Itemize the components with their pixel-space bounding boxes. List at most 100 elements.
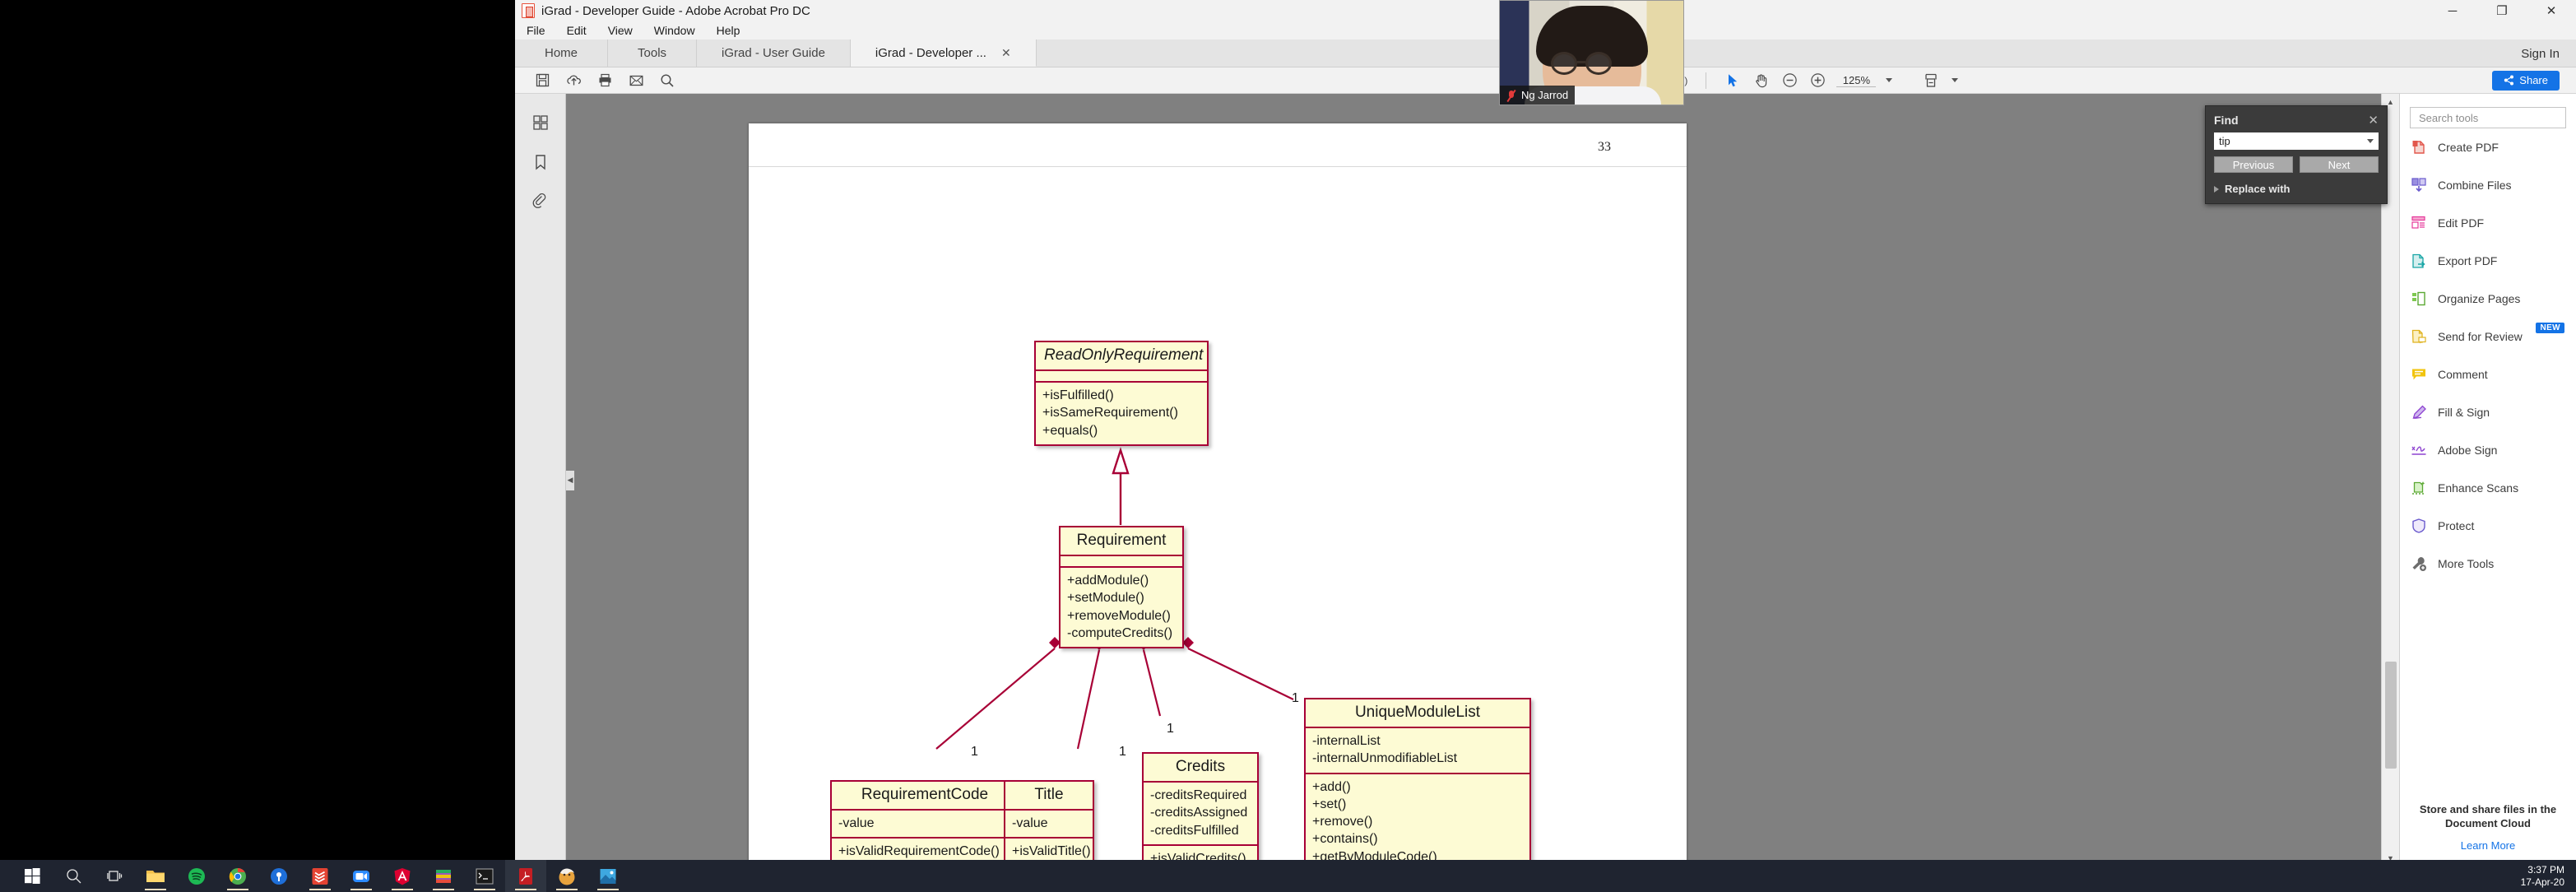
enhance-scans-icon bbox=[2410, 479, 2428, 497]
uml-method: +isSameRequirement() bbox=[1042, 404, 1200, 421]
find-chevron-down-icon[interactable] bbox=[2367, 139, 2374, 143]
menu-item-help[interactable]: Help bbox=[717, 24, 740, 37]
chrome-icon[interactable] bbox=[217, 860, 258, 892]
tab-igrad-user-guide[interactable]: iGrad - User Guide bbox=[697, 39, 851, 67]
tool-item-protect[interactable]: Protect bbox=[2400, 507, 2576, 545]
start-button[interactable] bbox=[12, 860, 53, 892]
email-icon[interactable] bbox=[627, 72, 645, 90]
save-icon[interactable] bbox=[533, 72, 551, 90]
tool-item-fill-sign[interactable]: Fill & Sign bbox=[2400, 393, 2576, 431]
uml-attribute: -creditsRequired bbox=[1150, 787, 1251, 804]
tool-item-edit-pdf[interactable]: Edit PDF bbox=[2400, 204, 2576, 242]
scrollbar-thumb[interactable] bbox=[2385, 662, 2397, 769]
taskbar-clock[interactable]: 3:37 PM 17-Apr-20 bbox=[2521, 864, 2564, 889]
acrobat-app-icon bbox=[522, 3, 535, 18]
tool-item-send-for-review[interactable]: Send for Review NEW bbox=[2400, 318, 2576, 355]
tool-item-combine-files[interactable]: Combine Files bbox=[2400, 166, 2576, 204]
tab-home[interactable]: Home bbox=[515, 39, 608, 67]
webcam-glasses-left bbox=[1551, 52, 1577, 75]
menu-item-view[interactable]: View bbox=[608, 24, 633, 37]
zoom-chevron-down-icon[interactable] bbox=[1886, 78, 1892, 82]
replace-with-label: Replace with bbox=[2225, 183, 2290, 195]
select-tool-icon[interactable] bbox=[1724, 72, 1743, 90]
webcam-overlay[interactable]: Ng Jarrod bbox=[1499, 0, 1684, 105]
uml-attribute: -internalUnmodifiableList bbox=[1312, 750, 1523, 767]
search-taskbar-icon[interactable] bbox=[53, 860, 94, 892]
tab-close-icon[interactable]: ✕ bbox=[1001, 46, 1011, 60]
tool-item-comment[interactable]: Comment bbox=[2400, 355, 2576, 393]
zoom-level-input[interactable]: 125% bbox=[1836, 74, 1876, 87]
uml-methods: +add() +set() +remove() +contains() +get… bbox=[1306, 774, 1529, 866]
zoom-app-icon[interactable] bbox=[341, 860, 382, 892]
tab-label: iGrad - User Guide bbox=[722, 46, 825, 60]
acrobat-taskbar-icon[interactable] bbox=[505, 860, 546, 892]
uml-class-readonlyrequirement: ReadOnlyRequirement +isFulfilled() +isSa… bbox=[1034, 341, 1209, 446]
tool-item-more-tools[interactable]: More Tools bbox=[2400, 545, 2576, 583]
bookmarks-icon[interactable] bbox=[530, 151, 551, 173]
tool-item-export-pdf[interactable]: Export PDF bbox=[2400, 242, 2576, 280]
page-thumbnails-icon[interactable] bbox=[530, 112, 551, 133]
find-previous-button[interactable]: Previous bbox=[2214, 156, 2293, 173]
sign-in-button[interactable]: Sign In bbox=[2521, 39, 2560, 67]
tool-item-label: Create PDF bbox=[2438, 141, 2499, 154]
todoist-icon[interactable] bbox=[299, 860, 341, 892]
spotify-icon[interactable] bbox=[176, 860, 217, 892]
print-icon[interactable] bbox=[596, 72, 614, 90]
tool-item-enhance-scans[interactable]: Enhance Scans bbox=[2400, 469, 2576, 507]
minimize-button[interactable]: ─ bbox=[2428, 0, 2477, 21]
menu-item-edit[interactable]: Edit bbox=[567, 24, 587, 37]
search-tools-input[interactable]: Search tools bbox=[2410, 107, 2566, 128]
tool-item-adobe-sign[interactable]: Adobe Sign bbox=[2400, 431, 2576, 469]
tab-tools[interactable]: Tools bbox=[608, 39, 697, 67]
tool-item-organize-pages[interactable]: Organize Pages bbox=[2400, 280, 2576, 318]
firefox-icon[interactable] bbox=[546, 860, 587, 892]
vertical-scrollbar[interactable]: ▲ ▼ bbox=[2381, 94, 2399, 866]
uml-class-name: UniqueModuleList bbox=[1306, 699, 1529, 727]
find-query-value: tip bbox=[2219, 135, 2230, 147]
winrar-icon[interactable] bbox=[423, 860, 464, 892]
search-icon[interactable] bbox=[658, 72, 676, 90]
replace-with-toggle[interactable]: Replace with bbox=[2214, 183, 2379, 195]
task-view-icon[interactable] bbox=[94, 860, 135, 892]
page-fit-icon[interactable] bbox=[1922, 72, 1940, 90]
tab-igrad-developer-guide[interactable]: iGrad - Developer ... ✕ bbox=[851, 39, 1037, 67]
taskbar: 3:37 PM 17-Apr-20 bbox=[0, 860, 2576, 892]
uml-attributes bbox=[1036, 371, 1207, 381]
share-label: Share bbox=[2519, 74, 2548, 86]
webcam-participant-name: Ng Jarrod bbox=[1521, 89, 1568, 101]
find-next-button[interactable]: Next bbox=[2300, 156, 2379, 173]
export-pdf-icon bbox=[2410, 252, 2428, 270]
combine-files-icon bbox=[2410, 176, 2428, 194]
file-explorer-icon[interactable] bbox=[135, 860, 176, 892]
uml-class-name: RequirementCode bbox=[832, 782, 1018, 809]
organize-pages-icon bbox=[2410, 290, 2428, 308]
menu-item-file[interactable]: File bbox=[527, 24, 545, 37]
document-pane[interactable]: 33 bbox=[566, 94, 2399, 866]
page-fit-chevron-down-icon[interactable] bbox=[1952, 78, 1958, 82]
uml-method: +remove() bbox=[1312, 813, 1523, 830]
terminal-icon[interactable] bbox=[464, 860, 505, 892]
zoom-in-icon[interactable] bbox=[1808, 72, 1826, 90]
close-button[interactable]: ✕ bbox=[2527, 0, 2576, 21]
photos-icon[interactable] bbox=[587, 860, 629, 892]
angular-icon[interactable] bbox=[382, 860, 423, 892]
location-app-icon[interactable] bbox=[258, 860, 299, 892]
collapse-left-panel-handle[interactable]: ◀ bbox=[566, 471, 574, 490]
find-close-icon[interactable]: ✕ bbox=[2368, 113, 2379, 128]
zoom-out-icon[interactable] bbox=[1780, 72, 1799, 90]
menu-item-window[interactable]: Window bbox=[654, 24, 695, 37]
attachments-icon[interactable] bbox=[530, 191, 551, 212]
webcam-glasses-bridge bbox=[1577, 61, 1585, 63]
tool-item-create-pdf[interactable]: Create PDF bbox=[2400, 128, 2576, 166]
tool-item-label: Enhance Scans bbox=[2438, 481, 2518, 495]
learn-more-link[interactable]: Learn More bbox=[2400, 839, 2576, 852]
document-cloud-promo: Store and share files in the Document Cl… bbox=[2400, 802, 2576, 852]
uml-attribute: -internalList bbox=[1312, 732, 1523, 750]
share-button[interactable]: Share bbox=[2492, 71, 2560, 91]
maximize-button[interactable]: ❐ bbox=[2477, 0, 2527, 21]
hand-tool-icon[interactable] bbox=[1752, 72, 1771, 90]
find-input[interactable]: tip bbox=[2214, 132, 2379, 150]
multiplicity-label: 1 bbox=[1167, 722, 1174, 736]
multiplicity-label: 1 bbox=[1119, 745, 1126, 760]
upload-cloud-icon[interactable] bbox=[564, 72, 583, 90]
